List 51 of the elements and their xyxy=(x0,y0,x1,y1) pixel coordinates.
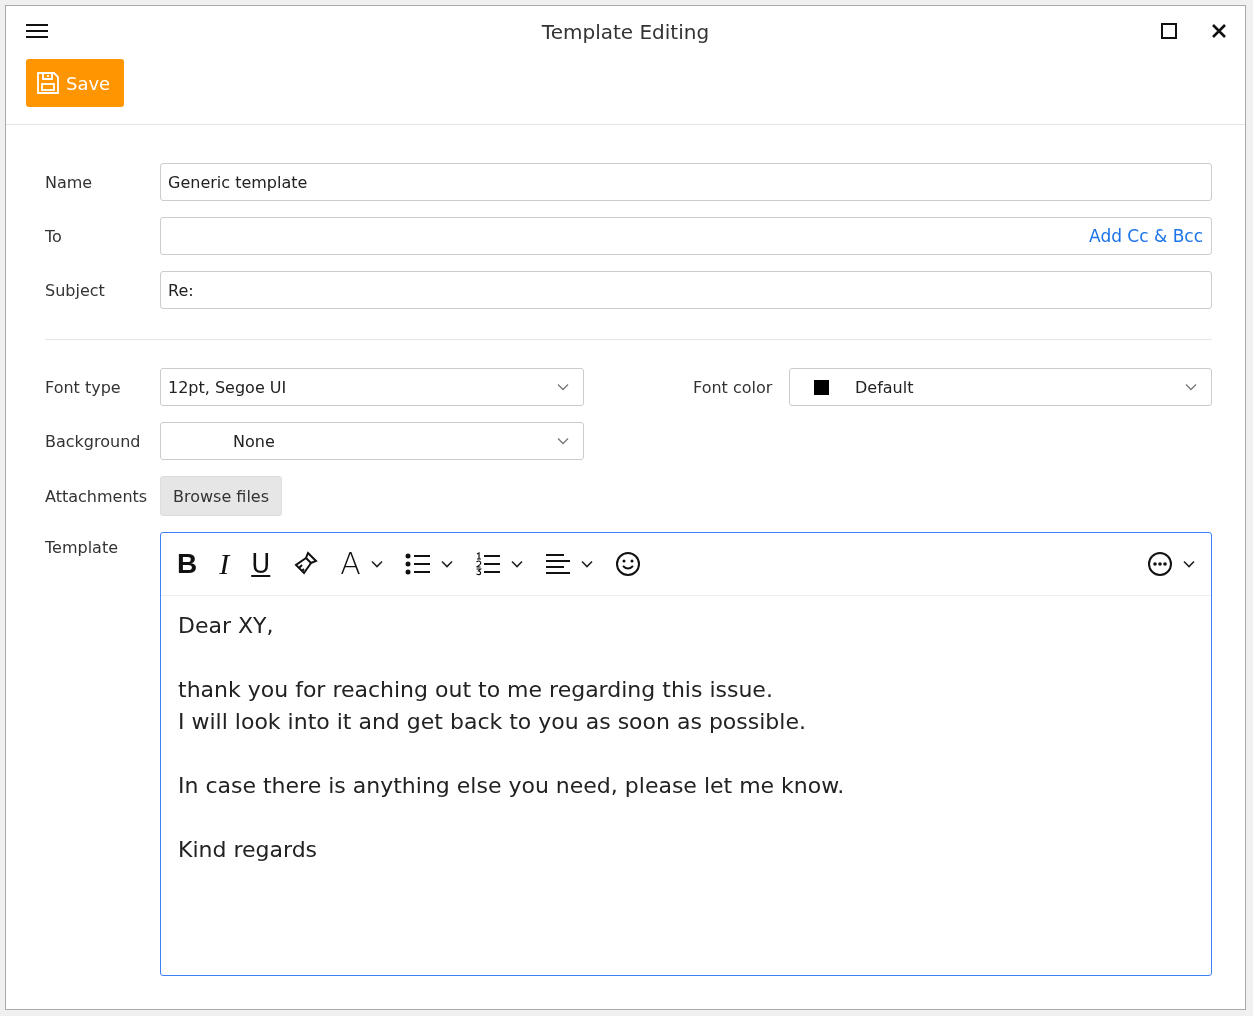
chevron-icon xyxy=(1185,383,1197,391)
field-label: To xyxy=(45,226,63,246)
body-text-line: thank you for reaching out to me regarding this issue. xyxy=(178,676,774,704)
body-text-line: Dear XY, xyxy=(178,612,275,640)
field-label: Font type xyxy=(45,377,122,397)
chevron-icon xyxy=(557,383,569,391)
color-swatch xyxy=(814,379,829,395)
dropdown[interactable]: None xyxy=(160,422,584,460)
align-left-icon xyxy=(544,553,571,575)
input-field[interactable]: Generic template xyxy=(160,163,1212,201)
chevron-icon xyxy=(370,560,383,568)
smiley-icon xyxy=(614,551,641,577)
body-text-line: In case there is anything else you need, please let me know. xyxy=(178,772,846,800)
paintbrush-icon xyxy=(292,551,319,577)
bold-button[interactable]: B xyxy=(177,550,198,578)
body-text-line: Kind regards xyxy=(178,836,319,864)
maximize-icon[interactable] xyxy=(1161,23,1177,39)
browse-files-button[interactable]: Browse files xyxy=(160,476,283,516)
bulleted-list-icon xyxy=(404,553,431,575)
numbered-list-icon xyxy=(474,552,501,576)
input-field[interactable]: Add Cc & Bcc xyxy=(160,217,1212,255)
underline-button[interactable]: U xyxy=(251,551,271,577)
rich-text-editor[interactable] xyxy=(160,532,1212,976)
chevron-icon xyxy=(440,560,453,568)
field-label: Name xyxy=(45,172,94,192)
body-text-line: I will look into it and get back to you as soon as possible. xyxy=(178,708,807,736)
dropdown[interactable]: Default xyxy=(789,368,1212,406)
field-label: Template xyxy=(45,538,119,557)
window-title: Template Editing xyxy=(541,20,710,44)
align-button[interactable] xyxy=(544,553,593,575)
chevron-icon xyxy=(557,437,569,445)
add-cc-bcc-link[interactable]: Add Cc & Bcc xyxy=(1089,226,1203,246)
dropdown[interactable]: 12pt, Segoe UI xyxy=(160,368,584,406)
bulleted-list-button[interactable] xyxy=(404,553,453,575)
field-label: Font color xyxy=(693,377,774,397)
chevron-icon xyxy=(1183,560,1195,568)
input-field[interactable]: Re: xyxy=(160,271,1212,309)
more-button[interactable] xyxy=(1147,551,1195,577)
field-label: Attachments xyxy=(45,486,149,506)
chevron-icon xyxy=(580,560,593,568)
chevron-icon xyxy=(510,560,523,568)
format-painter-button[interactable] xyxy=(292,551,319,577)
font-button[interactable]: A xyxy=(340,549,383,579)
numbered-list-button[interactable] xyxy=(474,552,523,576)
more-icon xyxy=(1147,551,1173,577)
close-icon[interactable] xyxy=(1211,23,1227,39)
italic-button[interactable]: I xyxy=(219,549,230,579)
emoji-button[interactable] xyxy=(614,551,641,577)
field-label: Subject xyxy=(45,280,106,300)
field-label: Background xyxy=(45,431,142,451)
menu-icon[interactable] xyxy=(26,23,48,39)
